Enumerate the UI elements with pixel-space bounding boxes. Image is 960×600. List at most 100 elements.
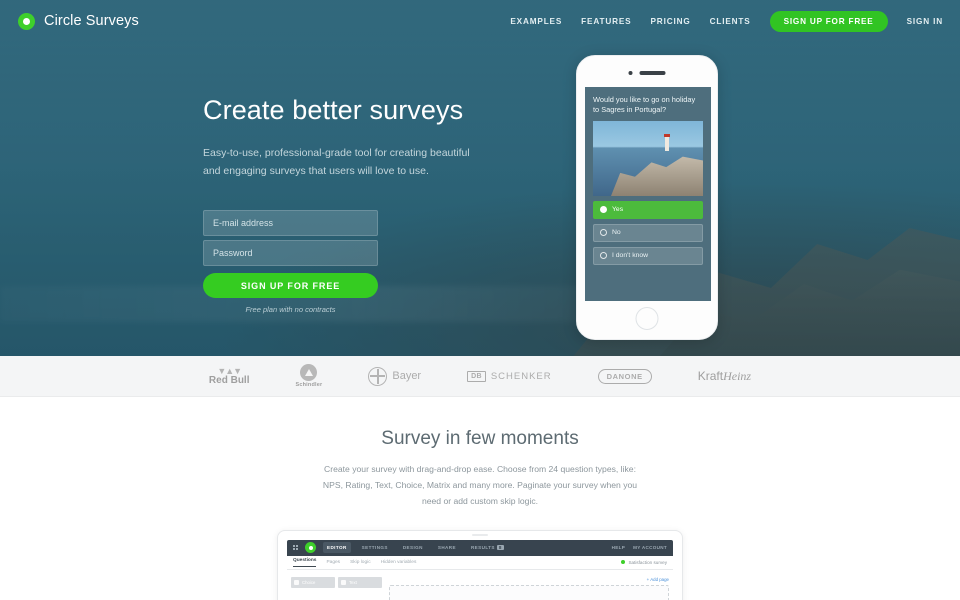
survey-name-label: Satisfaction survey [628, 559, 667, 565]
app-toolbar: EDITOR SETTINGS DESIGN SHARE RESULTS 8 HE… [287, 539, 673, 556]
email-input[interactable] [203, 210, 378, 236]
app-tab-editor[interactable]: EDITOR [323, 542, 351, 554]
db-logo-icon: DB [467, 370, 486, 382]
client-logo-kraftheinz: KraftHeinz [698, 369, 751, 384]
nav-link-pricing[interactable]: PRICING [651, 17, 691, 26]
question-type-text[interactable]: Text [338, 576, 382, 588]
kraftheinz-icon: KraftHeinz [698, 369, 751, 384]
client-name-schenker: SCHENKER [490, 370, 552, 382]
add-page-link[interactable]: + Add page [389, 577, 669, 582]
signup-submit-button[interactable]: SIGN UP FOR FREE [203, 273, 378, 298]
survey-question-text: Would you like to go on holiday to Sagre… [593, 95, 696, 114]
app-subnav: Questions Pages Skip logic Hidden variab… [287, 555, 673, 570]
bayer-cross-icon [368, 366, 388, 386]
client-logo-redbull: ▼▲▼ Red Bull [208, 366, 250, 386]
phone-mockup: Would you like to go on holiday to Sagre… [576, 55, 718, 340]
survey-canvas: + Add page Drag & drop questions here [389, 577, 673, 600]
client-logos-bar: ▼▲▼ Red Bull Schindler Bayer DB SCHENKER… [0, 356, 960, 397]
app-tab-share[interactable]: SHARE [434, 542, 460, 553]
client-name-redbull: Red Bull [208, 374, 250, 386]
client-logo-db-schenker: DB SCHENKER [467, 370, 552, 382]
client-name-heinz: Heinz [723, 368, 752, 383]
status-dot-icon [621, 560, 626, 565]
radio-icon [600, 252, 607, 260]
app-tab-settings[interactable]: SETTINGS [358, 542, 392, 553]
client-name-schindler: Schindler [295, 382, 323, 388]
client-name-bayer: Bayer [392, 370, 422, 382]
survey-question-image [593, 120, 703, 196]
app-tab-results-label: RESULTS [470, 545, 495, 551]
question-type-choice-label: Choice [302, 579, 316, 585]
password-input[interactable] [203, 240, 378, 266]
home-button-icon[interactable] [635, 307, 659, 330]
feature-section: Survey in few moments Create your survey… [0, 397, 960, 600]
grid-menu-icon[interactable] [293, 545, 298, 551]
subtab-hidden-variables[interactable]: Hidden variables [381, 560, 417, 565]
circle-logo-icon [18, 12, 35, 30]
brand-name: Circle Surveys [44, 13, 139, 29]
app-tab-results[interactable]: RESULTS 8 [467, 542, 508, 553]
phone-screen: Would you like to go on holiday to Sagre… [585, 87, 711, 301]
app-account-menu[interactable]: MY ACCOUNT [633, 545, 667, 550]
subtab-pages[interactable]: Pages [326, 560, 340, 565]
subtab-questions[interactable]: Questions [293, 558, 317, 567]
radio-icon [600, 229, 607, 237]
choice-icon [294, 579, 299, 585]
app-help-link[interactable]: HELP [612, 545, 625, 550]
hero-subtitle-line-1: Easy-to-use, professional-grade tool for… [203, 146, 470, 159]
radio-selected-icon [600, 206, 607, 214]
subtab-skip-logic[interactable]: Skip logic [350, 560, 371, 565]
free-plan-note: Free plan with no contracts [245, 305, 336, 314]
signup-form: SIGN UP FOR FREE Free plan with no contr… [203, 210, 378, 314]
results-count-badge: 8 [496, 545, 504, 551]
camera-icon [628, 71, 633, 75]
nav-link-signin[interactable]: SIGN IN [907, 17, 943, 26]
survey-option-no[interactable]: No [593, 223, 703, 242]
hero-subtitle: Easy-to-use, professional-grade tool for… [203, 144, 503, 181]
question-type-palette: Choice Text Image choice Rating [291, 576, 382, 600]
survey-option-dont-know-label: I don't know [612, 252, 649, 260]
feature-description-line-3: custom skip logic. [470, 495, 539, 506]
brand-logo[interactable]: Circle Surveys [18, 12, 139, 30]
nav-links-group: EXAMPLES FEATURES PRICING CLIENTS SIGN U… [510, 10, 943, 32]
survey-option-no-label: No [612, 229, 621, 237]
nav-link-examples[interactable]: EXAMPLES [510, 17, 562, 26]
redbull-icon: ▼▲▼ Red Bull [208, 366, 250, 386]
hero-content: Create better surveys Easy-to-use, profe… [0, 0, 960, 356]
app-tab-design[interactable]: DESIGN [399, 542, 427, 553]
hero-copy: Create better surveys Easy-to-use, profe… [203, 95, 503, 181]
client-logo-danone: DANONE [597, 368, 652, 384]
nav-signup-button[interactable]: SIGN UP FOR FREE [769, 10, 888, 32]
nav-link-features[interactable]: FEATURES [581, 17, 631, 26]
cliff-photo-shape [611, 156, 703, 196]
speaker-grille-icon [639, 71, 666, 75]
schindler-mark-icon [300, 364, 318, 381]
question-type-text-label: Text [349, 579, 357, 585]
app-screenshot-mockup: EDITOR SETTINGS DESIGN SHARE RESULTS 8 HE… [277, 529, 683, 600]
question-dropzone[interactable]: Drag & drop questions here [389, 584, 669, 600]
client-logo-bayer: Bayer [368, 366, 422, 386]
client-logo-schindler: Schindler [295, 364, 322, 388]
top-navigation-bar: Circle Surveys EXAMPLES FEATURES PRICING… [0, 0, 960, 42]
survey-option-yes[interactable]: Yes [593, 200, 703, 219]
feature-heading: Survey in few moments [381, 428, 579, 449]
text-icon [341, 579, 346, 585]
browser-notch [472, 533, 488, 536]
app-survey-status: Satisfaction survey [621, 560, 667, 565]
hero-headline: Create better surveys [203, 95, 464, 125]
nav-link-clients[interactable]: CLIENTS [710, 17, 751, 26]
app-logo-icon[interactable] [305, 542, 316, 554]
app-editor-body: Choice Text Image choice Rating + Add pa… [287, 570, 673, 600]
lighthouse-shape [664, 133, 670, 151]
question-type-choice[interactable]: Choice [291, 576, 335, 588]
app-toolbar-right: HELP MY ACCOUNT [612, 545, 667, 550]
schindler-icon: Schindler [295, 364, 322, 388]
phone-speaker-group [628, 71, 666, 75]
hero-subtitle-line-2: and engaging surveys that users will lov… [203, 165, 429, 178]
survey-option-dont-know[interactable]: I don't know [593, 246, 703, 265]
client-name-kraft: Kraft [697, 368, 724, 383]
feature-description: Create your survey with drag-and-drop ea… [315, 462, 645, 510]
hero-section: Circle Surveys EXAMPLES FEATURES PRICING… [0, 0, 960, 356]
survey-option-yes-label: Yes [612, 206, 624, 214]
client-name-danone: DANONE [597, 368, 652, 384]
